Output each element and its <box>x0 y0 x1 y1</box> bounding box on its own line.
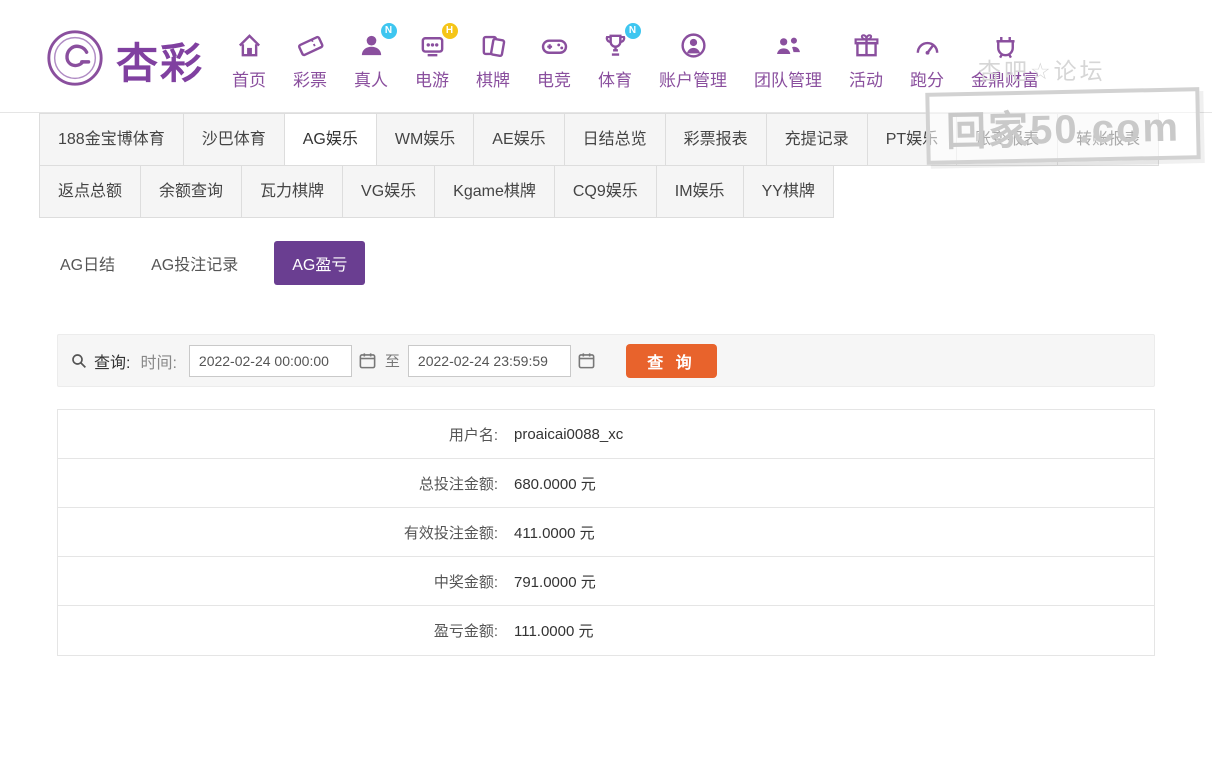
start-time-input[interactable] <box>189 345 352 377</box>
slot-machine-icon: H <box>418 30 447 62</box>
tab-rijie-zonglan[interactable]: 日结总览 <box>564 113 666 166</box>
nav-label: 账户管理 <box>659 66 727 91</box>
account-icon <box>679 30 708 62</box>
row-value: 411.0000 元 <box>498 522 595 543</box>
row-value: 111.0000 元 <box>498 620 594 641</box>
nav-label: 团队管理 <box>754 66 822 91</box>
tab-pt-yule[interactable]: PT娱乐 <box>867 113 957 166</box>
nav-label: 首页 <box>232 66 266 91</box>
tabs-row-2: 返点总额 余额查询 瓦力棋牌 VG娱乐 Kgame棋牌 CQ9娱乐 IM娱乐 Y… <box>40 165 1212 218</box>
ag-subtabs: AG日结 AG投注记录 AG盈亏 <box>0 218 1212 282</box>
row-valid-bet: 有效投注金额: 411.0000 元 <box>58 508 1154 557</box>
to-label: 至 <box>385 350 400 371</box>
brand-logo-icon <box>44 27 106 94</box>
subtab-ag-rijie[interactable]: AG日结 <box>60 251 115 275</box>
cauldron-icon <box>991 30 1020 62</box>
speedometer-icon <box>913 30 942 62</box>
home-icon <box>235 30 264 62</box>
nav-item-live[interactable]: N 真人 <box>354 30 388 91</box>
nav-item-esports[interactable]: 电竞 <box>537 30 571 91</box>
tab-chongti-jilu[interactable]: 充提记录 <box>766 113 868 166</box>
new-badge: N <box>381 23 397 39</box>
subtab-ag-touzhu-jilu[interactable]: AG投注记录 <box>151 251 238 275</box>
tab-shaba-tiyu[interactable]: 沙巴体育 <box>183 113 285 166</box>
tab-wm-yule[interactable]: WM娱乐 <box>376 113 474 166</box>
nav-label: 电竞 <box>537 66 571 91</box>
nav-label: 活动 <box>849 66 883 91</box>
top-nav: 杏彩 首页 彩票 N 真人 H 电游 <box>0 0 1212 112</box>
row-win-amount: 中奖金额: 791.0000 元 <box>58 557 1154 606</box>
tab-ag-yule[interactable]: AG娱乐 <box>284 113 377 166</box>
query-bar: 查询: 时间: 至 查 询 <box>57 334 1155 387</box>
brand-name: 杏彩 <box>116 30 204 91</box>
subtab-ag-yingkui[interactable]: AG盈亏 <box>274 241 365 285</box>
brand-logo[interactable]: 杏彩 <box>44 27 204 94</box>
nav-item-team-mgmt[interactable]: 团队管理 <box>754 30 822 91</box>
gift-icon <box>852 30 881 62</box>
nav-item-paofen[interactable]: 跑分 <box>910 30 944 91</box>
trophy-icon: N <box>601 30 630 62</box>
main-nav: 首页 彩票 N 真人 H 电游 棋牌 <box>232 30 1039 91</box>
row-label: 中奖金额: <box>58 571 498 592</box>
calendar-icon[interactable] <box>577 351 596 370</box>
tab-vg-yule[interactable]: VG娱乐 <box>342 165 435 218</box>
row-value: proaicai0088_xc <box>498 426 623 443</box>
tab-ae-yule[interactable]: AE娱乐 <box>473 113 564 166</box>
calendar-icon[interactable] <box>358 351 377 370</box>
row-label: 有效投注金额: <box>58 522 498 543</box>
report-tabstrip: 188金宝博体育 沙巴体育 AG娱乐 WM娱乐 AE娱乐 日结总览 彩票报表 充… <box>0 112 1212 218</box>
nav-item-boardgames[interactable]: 棋牌 <box>476 30 510 91</box>
row-label: 用户名: <box>58 424 498 445</box>
nav-label: 跑分 <box>910 66 944 91</box>
row-label: 总投注金额: <box>58 473 498 494</box>
tab-caipiao-baobiao[interactable]: 彩票报表 <box>665 113 767 166</box>
nav-item-account-mgmt[interactable]: 账户管理 <box>659 30 727 91</box>
tab-im-yule[interactable]: IM娱乐 <box>656 165 744 218</box>
new-badge: N <box>625 23 641 39</box>
gamepad-icon <box>540 30 569 62</box>
tab-zhangbian-baobiao[interactable]: 账变报表 <box>956 113 1058 166</box>
row-username: 用户名: proaicai0088_xc <box>58 410 1154 459</box>
result-table: 用户名: proaicai0088_xc 总投注金额: 680.0000 元 有… <box>57 409 1155 656</box>
nav-label: 金鼎财富 <box>971 66 1039 91</box>
nav-label: 彩票 <box>293 66 327 91</box>
hot-badge: H <box>442 23 458 39</box>
tab-yy-qipai[interactable]: YY棋牌 <box>743 165 834 218</box>
cards-icon <box>479 30 508 62</box>
time-label: 时间: <box>140 349 176 373</box>
tab-cq9-yule[interactable]: CQ9娱乐 <box>554 165 657 218</box>
tabs-row-1: 188金宝博体育 沙巴体育 AG娱乐 WM娱乐 AE娱乐 日结总览 彩票报表 充… <box>40 113 1212 166</box>
tab-188jinbaobo-tiyu[interactable]: 188金宝博体育 <box>39 113 184 166</box>
nav-label: 真人 <box>354 66 388 91</box>
nav-label: 电游 <box>415 66 449 91</box>
nav-label: 棋牌 <box>476 66 510 91</box>
tab-wali-qipai[interactable]: 瓦力棋牌 <box>241 165 343 218</box>
row-value: 791.0000 元 <box>498 571 596 592</box>
team-icon <box>774 30 803 62</box>
row-label: 盈亏金额: <box>58 620 498 641</box>
row-profit-loss: 盈亏金额: 111.0000 元 <box>58 606 1154 655</box>
nav-item-egames[interactable]: H 电游 <box>415 30 449 91</box>
nav-item-activity[interactable]: 活动 <box>849 30 883 91</box>
end-time-input[interactable] <box>408 345 571 377</box>
search-icon <box>70 352 88 370</box>
row-total-bet: 总投注金额: 680.0000 元 <box>58 459 1154 508</box>
query-button[interactable]: 查 询 <box>626 344 717 378</box>
nav-item-lottery[interactable]: 彩票 <box>293 30 327 91</box>
tab-zhuanzhang-baobiao[interactable]: 转账报表 <box>1057 113 1159 166</box>
nav-item-wealth[interactable]: 金鼎财富 <box>971 30 1039 91</box>
query-label: 查询: <box>94 349 130 373</box>
nav-item-home[interactable]: 首页 <box>232 30 266 91</box>
nav-label: 体育 <box>598 66 632 91</box>
tab-yue-chaxun[interactable]: 余额查询 <box>140 165 242 218</box>
ticket-icon <box>296 30 325 62</box>
row-value: 680.0000 元 <box>498 473 596 494</box>
nav-item-sports[interactable]: N 体育 <box>598 30 632 91</box>
tab-kgame-qipai[interactable]: Kgame棋牌 <box>434 165 555 218</box>
live-person-icon: N <box>357 30 386 62</box>
tab-fandian-zonge[interactable]: 返点总额 <box>39 165 141 218</box>
